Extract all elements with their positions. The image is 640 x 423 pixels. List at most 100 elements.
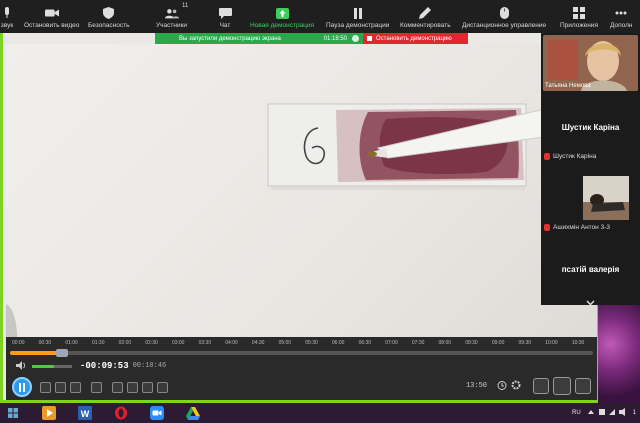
word-icon[interactable]: W [74, 404, 96, 422]
desktop-wallpaper [598, 305, 640, 403]
drive-icon[interactable] [182, 404, 204, 422]
timeline-tick-label: 10:30 [571, 340, 585, 346]
timeline-tick-label: 02:30 [145, 340, 158, 346]
new-share-button[interactable]: Новая демонстрация [250, 0, 314, 33]
volume-icon[interactable] [16, 357, 26, 375]
skip-forward-button[interactable] [575, 378, 591, 394]
camera-icon [44, 7, 59, 19]
participant-video[interactable]: Татьяна Немова [543, 35, 638, 91]
participant-label: Ашихмін Антон 3-3 [544, 224, 610, 231]
grid-button[interactable] [127, 381, 138, 393]
system-tray: RU 1 [566, 403, 636, 423]
playlist-button[interactable] [553, 377, 571, 395]
participant-name-large: Шустик Каріна [561, 123, 620, 132]
seek-handle[interactable] [56, 349, 69, 357]
settings-button[interactable] [142, 381, 153, 393]
volume-slider[interactable] [32, 364, 72, 368]
timeline-tick-label: 01:00 [65, 340, 78, 346]
stop-button[interactable] [40, 381, 51, 393]
chat-icon [218, 7, 232, 19]
timeline-tick-label: 07:00 [385, 340, 398, 346]
screen: звук Остановить видео Безопасность Участ… [0, 0, 640, 423]
stop-icon [367, 36, 372, 41]
scroll-down-icon[interactable] [586, 293, 595, 311]
share-timer: 01:18:50 [323, 35, 347, 42]
timeline-tick-label: 06:30 [358, 340, 372, 346]
volume-row: -00:09:53 00:10:46 [16, 359, 166, 373]
player-right-controls: 13:50 [466, 377, 591, 395]
shield-icon [102, 7, 116, 19]
language-indicator[interactable]: RU [572, 410, 581, 416]
seek-bar[interactable] [10, 349, 593, 357]
timeline-labels: 00:00 00:30 01:00 01:30 02:00 02:30 03:00 03:30… [12, 340, 587, 348]
windows-taskbar: W RU 1 [0, 403, 640, 423]
shield-icon [352, 35, 359, 42]
eject-button[interactable] [91, 381, 102, 393]
skip-back-button[interactable] [533, 378, 549, 394]
opera-icon[interactable] [110, 404, 132, 422]
timeline-tick-label: 07:30 [411, 340, 425, 346]
media-player-controls: 00:00 00:30 01:00 01:30 02:00 02:30 03:00 03:30… [6, 337, 597, 400]
timeline-tick-label: 00:30 [38, 340, 52, 346]
camera-capture-button[interactable] [157, 381, 168, 393]
share-status-message: Вы запустили демонстрацию экрана [179, 35, 281, 42]
participant-thumbnail-image [583, 176, 629, 220]
shared-screen-frame: 00:00 00:30 01:00 01:30 02:00 02:30 03:00 03:30… [0, 33, 598, 403]
gear-icon[interactable] [511, 377, 521, 395]
timeline-tick-label: 00:00 [12, 340, 25, 346]
media-player-icon[interactable] [38, 404, 60, 422]
transport-row [12, 377, 168, 397]
timeline-tick-label: 03:30 [198, 340, 212, 346]
mic-muted-icon [544, 224, 550, 231]
stop-share-button[interactable]: Остановить демонстрацию [363, 33, 468, 44]
timeline-tick-label: 04:00 [225, 340, 238, 346]
zoom-icon[interactable] [146, 404, 168, 422]
next-button[interactable] [70, 381, 81, 393]
annotate-button[interactable]: Комментировать [400, 0, 451, 33]
pencil-icon [418, 7, 432, 19]
pause-icon [19, 382, 25, 392]
svg-text:W: W [81, 409, 90, 419]
timeline-tick-label: 08:00 [438, 340, 452, 346]
participant-name: Татьяна Немова [545, 83, 591, 89]
windows-start-icon[interactable] [2, 404, 24, 422]
security-button[interactable]: Безопасность [88, 0, 129, 33]
alarm-icon[interactable] [497, 377, 507, 395]
remote-control-button[interactable]: Дистанционное управление [462, 0, 546, 33]
pause-button[interactable] [12, 377, 32, 397]
seek-progress [10, 351, 63, 355]
video-viewport [6, 44, 597, 374]
tray-icons[interactable] [587, 408, 627, 418]
chat-button[interactable]: Чат [218, 0, 232, 33]
apps-button[interactable]: Приложения [560, 0, 598, 33]
microphone-icon [0, 7, 14, 19]
timeline-tick-label: 06:00 [331, 340, 345, 346]
timeline-tick-label: 04:30 [251, 340, 265, 346]
stop-video-button[interactable]: Остановить видео [24, 0, 79, 33]
participants-icon [164, 7, 179, 19]
prev-button[interactable] [55, 381, 66, 393]
timeline-tick-label: 02:00 [118, 340, 132, 346]
zoom-toolbar: звук Остановить видео Безопасность Участ… [0, 0, 640, 33]
mic-muted-icon [544, 153, 550, 160]
stop-share-label: Остановить демонстрацию [376, 35, 452, 42]
participant-thumbnail[interactable] [583, 176, 629, 220]
more-button[interactable]: Дополн [610, 0, 632, 33]
taskbar-clock: 1 [632, 410, 636, 416]
fullscreen-button[interactable] [112, 381, 123, 393]
audio-button[interactable]: звук [0, 0, 14, 33]
time-total: 00:10:46 [132, 362, 167, 370]
player-clock: 13:50 [465, 382, 487, 390]
apps-icon [572, 7, 586, 19]
pause-share-button[interactable]: Пауза демонстрации [326, 0, 389, 33]
more-icon [614, 7, 628, 19]
pause-icon [351, 7, 365, 19]
time-remaining: -00:09:53 [80, 361, 129, 371]
timeline-tick-label: 03:00 [171, 340, 185, 346]
timeline-tick-label: 09:30 [518, 340, 532, 346]
participant-count: 11 [182, 3, 189, 9]
timeline-tick-label: 09:00 [491, 340, 505, 346]
timeline-tick-label: 01:30 [91, 340, 105, 346]
participant-label: Шустик Каріна [544, 153, 596, 160]
timeline-tick-label: 10:00 [545, 340, 558, 346]
